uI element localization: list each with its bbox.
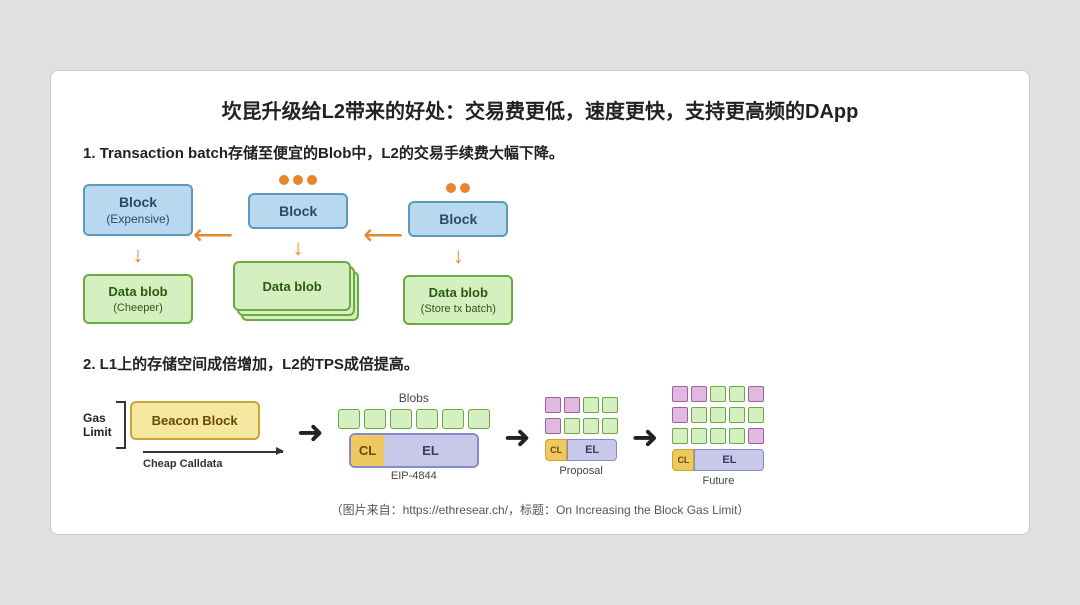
f-sq-12: [691, 428, 707, 444]
eip-label: EIP-4844: [391, 470, 437, 482]
beacon-block-container: Beacon Block: [130, 401, 260, 449]
blob-sq-3: [390, 409, 412, 429]
big-arrow-1: ➜: [297, 413, 324, 451]
section1-label: 1. Transaction batch存储至便宜的Blob中，L2的交易手续费…: [83, 142, 997, 163]
arrow-down-2: ↓: [293, 237, 304, 259]
proposal-label: Proposal: [559, 465, 602, 477]
blobs-squares: [338, 409, 490, 429]
future-label: Future: [703, 475, 735, 487]
cl-el-box: CL EL: [349, 433, 479, 468]
f-sq-10: [748, 407, 764, 423]
sq-green-2: [602, 397, 618, 413]
section2-label: 2. L1上的存储空间成倍增加，L2的TPS成倍提高。: [83, 353, 997, 374]
f-sq-1: [672, 386, 688, 402]
dots-row-3: [446, 183, 470, 193]
future-top-row3: [672, 428, 764, 444]
gas-limit-label: GasLimit: [83, 411, 112, 439]
arrow-down-1: ↓: [133, 244, 144, 266]
sq-green-3: [564, 418, 580, 434]
future-area: CL EL Future: [672, 386, 764, 487]
f-sq-8: [710, 407, 726, 423]
block-3: Block: [408, 201, 508, 237]
el-small: EL: [567, 439, 617, 461]
dot2: [293, 175, 303, 185]
cl-small-future: CL: [672, 449, 694, 471]
f-sq-4: [729, 386, 745, 402]
main-card: 坎昆升级给L2带来的好处：交易费更低，速度更快，支持更高频的DApp 1. Tr…: [50, 70, 1030, 535]
blob-sq-2: [364, 409, 386, 429]
dot3: [307, 175, 317, 185]
el-label: EL: [384, 435, 477, 466]
sq-pink-3: [545, 418, 561, 434]
el-small-future: EL: [694, 449, 764, 471]
blob-sq-4: [416, 409, 438, 429]
s1-diagram: Block (Expensive) ↓ Data blob (Cheeper) …: [83, 175, 997, 333]
future-cl-el: CL EL: [672, 449, 764, 471]
future-top-row2: [672, 407, 764, 423]
arrow-line: [143, 451, 283, 453]
proposal-area: CL EL Proposal: [545, 397, 618, 477]
proposal-mid-squares: [545, 418, 618, 434]
gas-bracket-row: GasLimit Beacon Block: [83, 401, 260, 449]
block-group-2: Block ↓ Data blob: [233, 175, 363, 333]
dot1: [279, 175, 289, 185]
blob-cheeper: Data blob (Cheeper): [83, 274, 193, 324]
cheap-calldata-label: Cheap Calldata: [143, 454, 222, 472]
section1: 1. Transaction batch存储至便宜的Blob中，L2的交易手续费…: [83, 142, 997, 333]
arrow-between-2-3: ⟵: [363, 218, 403, 251]
bracket: [116, 401, 126, 449]
f-sq-2: [691, 386, 707, 402]
cheap-calldata-row: [143, 451, 283, 453]
gas-label-area: GasLimit: [83, 401, 130, 449]
f-sq-13: [710, 428, 726, 444]
f-sq-3: [710, 386, 726, 402]
sq-pink-2: [564, 397, 580, 413]
arrow-between-1-2: ⟵: [193, 218, 233, 251]
sq-green-1: [583, 397, 599, 413]
block-expensive: Block (Expensive): [83, 184, 193, 236]
blob-sq-5: [442, 409, 464, 429]
sq-green-5: [602, 418, 618, 434]
f-sq-6: [672, 407, 688, 423]
beacon-block-box: Beacon Block: [130, 401, 260, 440]
f-sq-9: [729, 407, 745, 423]
future-top-row1: [672, 386, 764, 402]
main-title: 坎昆升级给L2带来的好处：交易费更低，速度更快，支持更高频的DApp: [83, 95, 997, 124]
f-sq-11: [672, 428, 688, 444]
blob-store-tx: Data blob (Store tx batch): [403, 275, 513, 325]
blob-sq-6: [468, 409, 490, 429]
big-arrow-3: ➜: [632, 418, 659, 456]
blob-sq-1: [338, 409, 360, 429]
block-group-1: Block (Expensive) ↓ Data blob (Cheeper): [83, 184, 193, 324]
source-note: （图片来自：https://ethresear.ch/，标题：On Increa…: [83, 501, 997, 518]
f-sq-5: [748, 386, 764, 402]
blobs-cl-el: Blobs CL EL EIP-4844: [338, 391, 490, 482]
blobs-label: Blobs: [399, 391, 429, 405]
f-sq-7: [691, 407, 707, 423]
dot5: [460, 183, 470, 193]
sq-pink-1: [545, 397, 561, 413]
proposal-top-squares: [545, 397, 618, 413]
f-sq-15: [748, 428, 764, 444]
cl-small: CL: [545, 439, 567, 461]
f-sq-14: [729, 428, 745, 444]
eip-label-row: CL EL: [349, 433, 479, 468]
proposal-cl-el: CL EL: [545, 439, 617, 461]
gas-beacon-area: GasLimit Beacon Block: [83, 401, 283, 472]
dots-row-2: [279, 175, 317, 185]
block-2: Block: [248, 193, 348, 229]
dot4: [446, 183, 456, 193]
big-arrow-2: ➜: [504, 418, 531, 456]
s2-diagram: GasLimit Beacon Block: [83, 386, 997, 487]
arrow-down-3: ↓: [453, 245, 464, 267]
section2: 2. L1上的存储空间成倍增加，L2的TPS成倍提高。 GasLimit: [83, 353, 997, 487]
cl-label: CL: [351, 435, 384, 466]
block-group-3: Block ↓ Data blob (Store tx batch): [403, 183, 513, 325]
sq-green-4: [583, 418, 599, 434]
blob-stack-2: Data blob: [233, 261, 363, 333]
